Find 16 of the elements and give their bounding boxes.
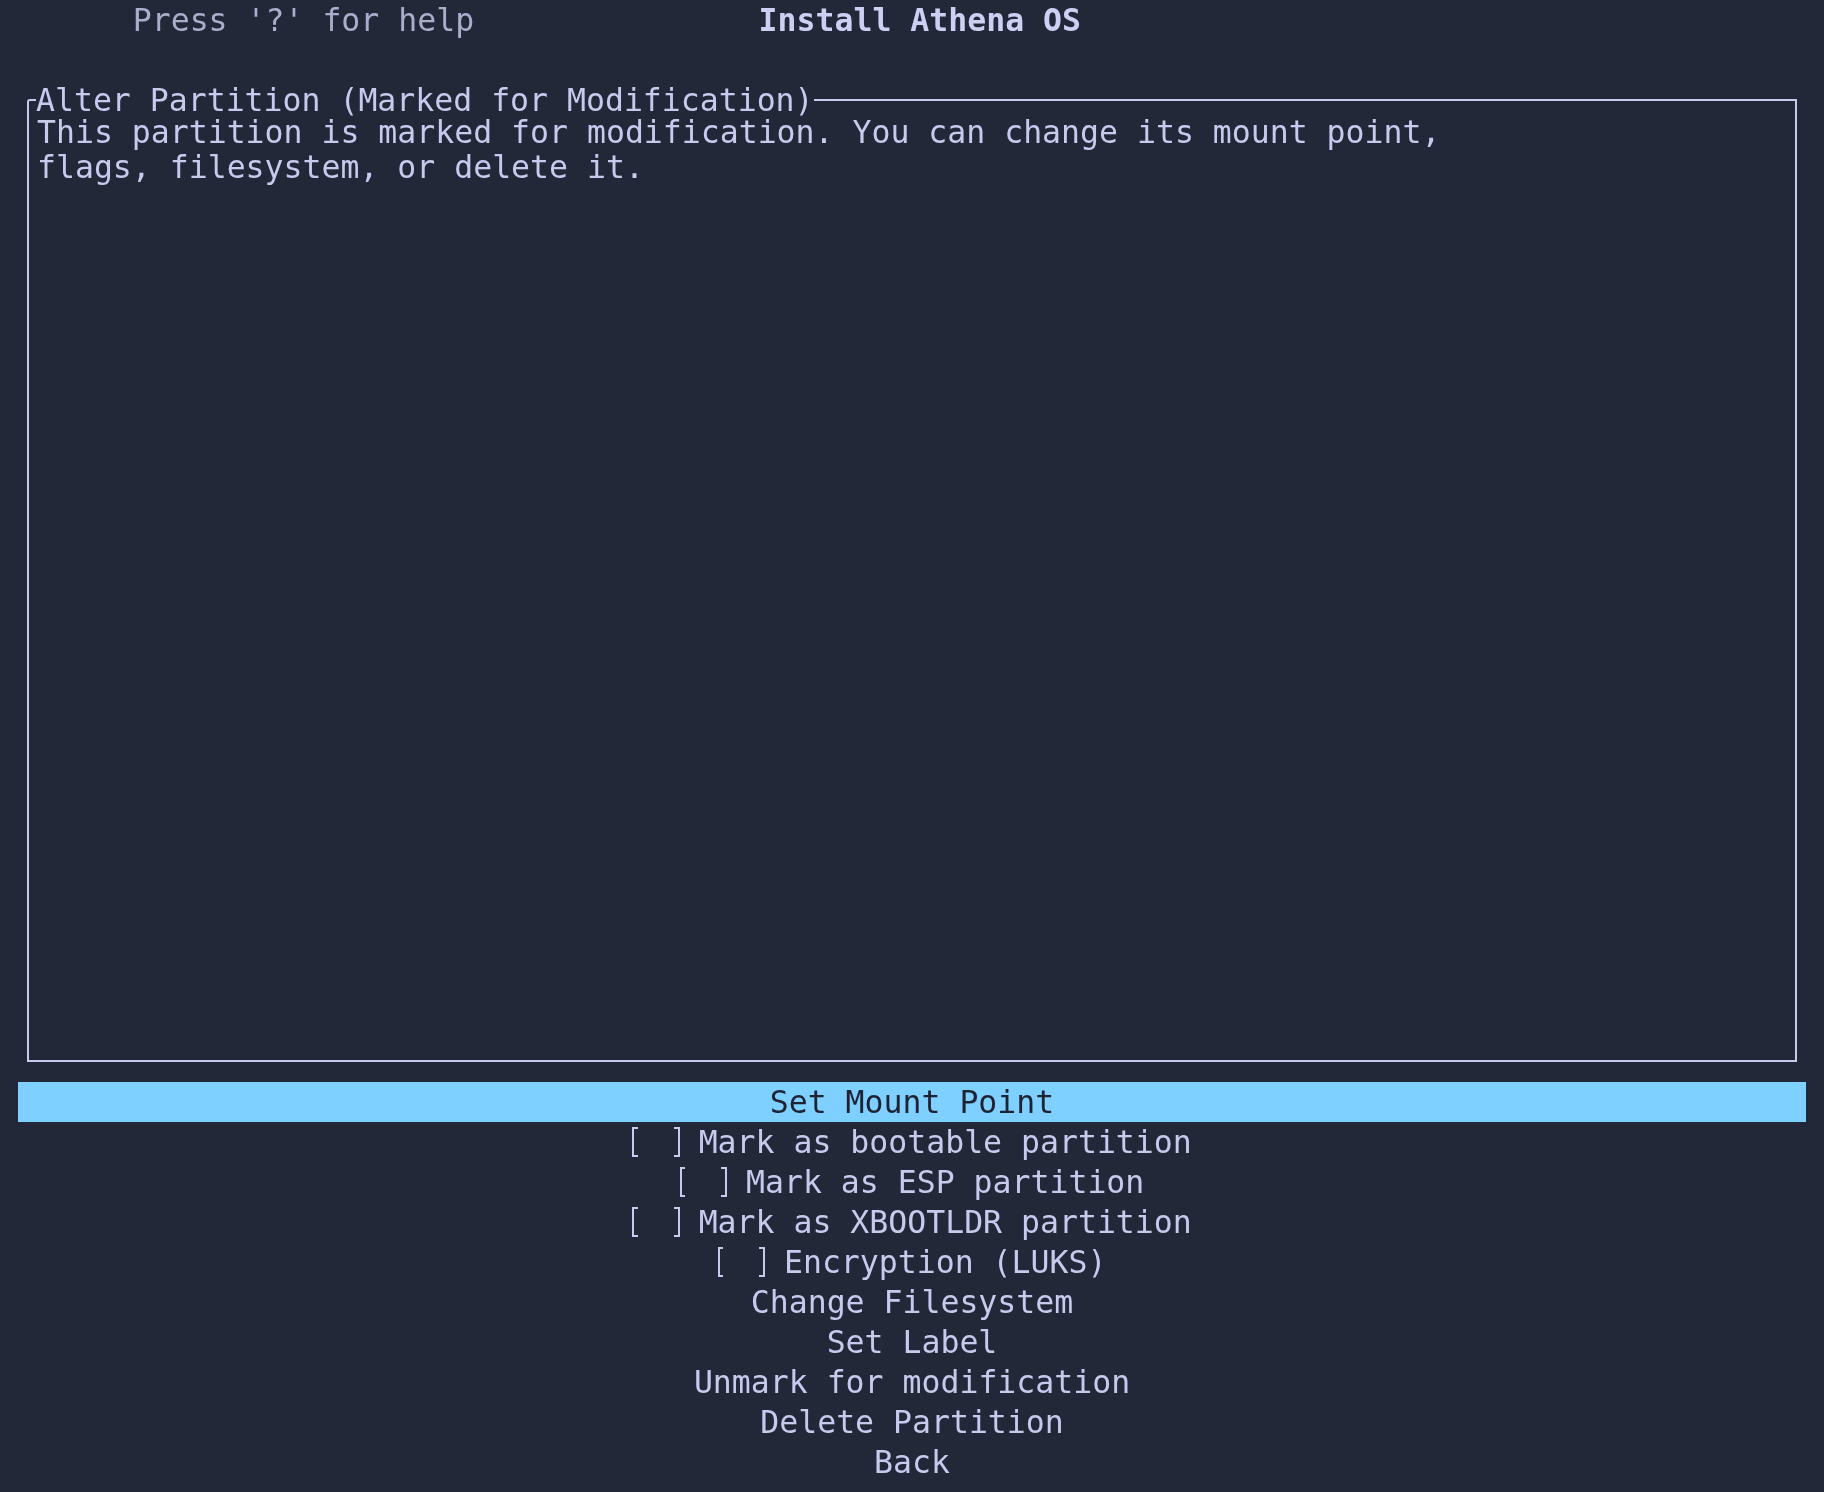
checkbox[interactable] xyxy=(632,1207,680,1237)
checkbox[interactable] xyxy=(632,1127,680,1157)
checkbox-item[interactable]: Mark as bootable partition xyxy=(18,1122,1806,1162)
checkbox-item[interactable]: Encryption (LUKS) xyxy=(18,1242,1806,1282)
help-hint: Press '?' for help xyxy=(132,1,475,40)
checkbox[interactable] xyxy=(717,1247,765,1277)
menu-item[interactable]: Back xyxy=(18,1442,1806,1482)
menu-item[interactable]: Change Filesystem xyxy=(18,1282,1806,1322)
menu-item[interactable]: Unmark for modification xyxy=(18,1362,1806,1402)
menu-item[interactable]: Delete Partition xyxy=(18,1402,1806,1442)
checkbox-item[interactable]: Mark as XBOOTLDR partition xyxy=(18,1202,1806,1242)
menu-item[interactable]: Set Label xyxy=(18,1322,1806,1362)
checkbox[interactable] xyxy=(679,1167,728,1197)
app-title: Install Athena OS xyxy=(758,1,1081,40)
menu-item[interactable]: Set Mount Point xyxy=(18,1082,1806,1122)
checkbox-item[interactable]: Mark as ESP partition xyxy=(18,1162,1806,1202)
